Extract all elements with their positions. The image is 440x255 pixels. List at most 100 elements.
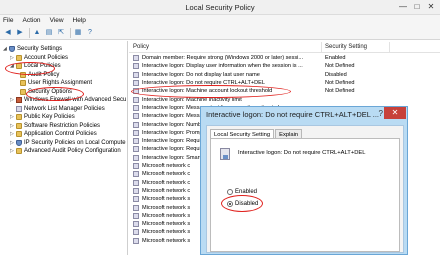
tree-item-account-policies[interactable]: ▷ Account Policies xyxy=(10,54,68,62)
tree-item-label: Advanced Audit Policy Configuration xyxy=(24,148,121,154)
policy-item-icon xyxy=(133,187,139,194)
tree-item-application-control-policies[interactable]: ▷ Application Control Policies xyxy=(10,130,97,138)
policy-item-icon xyxy=(133,80,139,87)
expand-arrow-icon[interactable]: ▷ xyxy=(10,114,15,120)
enabled-radio[interactable] xyxy=(227,189,233,195)
policy-icon xyxy=(16,105,22,112)
annotation-circle-policy-row xyxy=(131,85,291,98)
tree-item-label: Application Control Policies xyxy=(24,131,97,137)
policy-row[interactable]: Domain member: Require strong (Windows 2… xyxy=(129,54,440,62)
collapse-arrow-icon[interactable]: ◢ xyxy=(3,46,8,52)
policy-document-icon xyxy=(220,148,230,160)
expand-arrow-icon[interactable]: ▷ xyxy=(10,131,15,137)
policy-item-icon xyxy=(133,121,139,128)
policy-item-icon xyxy=(133,237,139,244)
policy-item-icon xyxy=(133,129,139,136)
window-title: Local Security Policy xyxy=(185,3,255,12)
annotation-circle-disabled xyxy=(221,195,263,212)
maximize-button[interactable]: □ xyxy=(410,1,424,13)
policy-row[interactable]: Interactive logon: Do not display last u… xyxy=(129,71,440,79)
expand-arrow-icon[interactable]: ▷ xyxy=(10,123,15,129)
tree-item-label: User Rights Assignment xyxy=(28,80,93,86)
toolbar: ◀ ▶ ▲ ▤ ⇱ ▦ ? xyxy=(0,26,440,40)
security-setting-cell: Not Defined xyxy=(325,80,355,87)
annotation-circle-security-options xyxy=(26,87,84,101)
policy-item-icon xyxy=(133,96,139,103)
show-hide-tree-icon[interactable]: ▤ xyxy=(44,28,54,38)
tree-item-user-rights-assignment[interactable]: User Rights Assignment xyxy=(20,79,92,87)
policy-name-cell: Interactive logon: Do not display last u… xyxy=(142,71,260,78)
window-controls: — □ ✕ xyxy=(396,1,438,13)
menu-bar: File Action View Help xyxy=(0,15,440,26)
tree-item-software-restriction-policies[interactable]: ▷ Software Restriction Policies xyxy=(10,122,100,130)
policy-row[interactable]: Interactive logon: Display user informat… xyxy=(129,62,440,70)
dialog-close-button[interactable]: ✕ xyxy=(384,107,406,119)
title-bar[interactable]: Local Security Policy — □ ✕ xyxy=(0,0,440,15)
policy-item-icon xyxy=(133,55,139,62)
policy-item-icon xyxy=(133,163,139,170)
list-header: Policy Security Setting xyxy=(129,41,440,53)
folder-icon xyxy=(16,54,22,61)
tree-item-security-settings[interactable]: ◢ Security Settings xyxy=(3,45,62,53)
column-header-policy[interactable]: Policy xyxy=(133,44,149,50)
dialog-title: Interactive logon: Do not require CTRL+A… xyxy=(206,110,380,119)
column-divider[interactable] xyxy=(321,42,322,52)
help-icon[interactable]: ? xyxy=(85,28,95,38)
tree-item-ip-security-policies[interactable]: ▷ IP Security Policies on Local Compute xyxy=(10,139,126,147)
menu-action[interactable]: Action xyxy=(22,17,40,24)
policy-item-icon xyxy=(133,212,139,219)
tree-item-advanced-audit-policy[interactable]: ▷ Advanced Audit Policy Configuration xyxy=(10,147,121,155)
security-setting-cell: Enabled xyxy=(325,55,346,62)
policy-item-icon xyxy=(133,196,139,203)
annotation-circle-local-policies xyxy=(5,62,55,75)
policy-item-icon xyxy=(133,138,139,145)
forward-icon[interactable]: ▶ xyxy=(15,28,25,38)
menu-view[interactable]: View xyxy=(50,17,64,24)
toolbar-separator xyxy=(70,27,71,38)
folder-icon xyxy=(16,114,22,120)
minimize-button[interactable]: — xyxy=(396,1,410,13)
tree-item-public-key-policies[interactable]: ▷ Public Key Policies xyxy=(10,113,75,121)
policy-item-icon xyxy=(133,221,139,228)
policy-item-icon xyxy=(133,179,139,186)
shield-icon xyxy=(16,139,22,146)
policy-item-icon xyxy=(133,154,139,161)
policy-item-icon xyxy=(133,146,139,153)
close-button[interactable]: ✕ xyxy=(424,1,438,13)
tree-item-label: Public Key Policies xyxy=(24,114,75,120)
column-header-security-setting[interactable]: Security Setting xyxy=(325,44,367,50)
tree-item-network-list-manager[interactable]: Network List Manager Policies xyxy=(16,105,105,113)
policy-name-cell: Interactive logon: Display user informat… xyxy=(142,63,303,70)
tab-panel: Interactive logon: Do not require CTRL+A… xyxy=(210,138,400,252)
firewall-icon xyxy=(16,97,22,103)
policy-item-icon xyxy=(133,204,139,211)
tree-item-label: Security Settings xyxy=(17,46,63,52)
expand-arrow-icon[interactable]: ▷ xyxy=(10,140,15,146)
column-divider[interactable] xyxy=(389,42,390,52)
tree-item-label: Software Restriction Policies xyxy=(24,122,101,129)
tree-item-label: Network List Manager Policies xyxy=(24,105,105,112)
properties-icon[interactable]: ▦ xyxy=(73,28,83,38)
policy-item-icon xyxy=(133,229,139,236)
back-icon[interactable]: ◀ xyxy=(3,28,13,38)
policy-item-icon xyxy=(133,104,139,111)
local-security-policy-window: Local Security Policy — □ ✕ File Action … xyxy=(0,0,440,255)
menu-help[interactable]: Help xyxy=(73,17,86,24)
folder-icon xyxy=(16,148,22,154)
policy-item-icon xyxy=(133,113,139,120)
security-setting-cell: Not Defined xyxy=(325,63,355,70)
folder-icon xyxy=(20,80,26,86)
up-icon[interactable]: ▲ xyxy=(32,28,42,38)
policy-properties-dialog: Interactive logon: Do not require CTRL+A… xyxy=(200,106,408,255)
expand-arrow-icon[interactable]: ▷ xyxy=(10,97,15,103)
export-icon[interactable]: ⇱ xyxy=(56,28,66,38)
menu-file[interactable]: File xyxy=(3,17,13,24)
security-setting-cell: Disabled xyxy=(325,71,347,78)
dialog-help-button[interactable]: ? xyxy=(379,109,383,118)
policy-name: Interactive logon: Do not require CTRL+A… xyxy=(238,150,366,156)
policy-name-cell: Domain member: Require strong (Windows 2… xyxy=(142,55,304,62)
expand-arrow-icon[interactable]: ▷ xyxy=(10,55,15,61)
shield-icon xyxy=(9,46,15,52)
security-setting-cell: Not Defined xyxy=(325,88,355,95)
expand-arrow-icon[interactable]: ▷ xyxy=(10,148,15,154)
